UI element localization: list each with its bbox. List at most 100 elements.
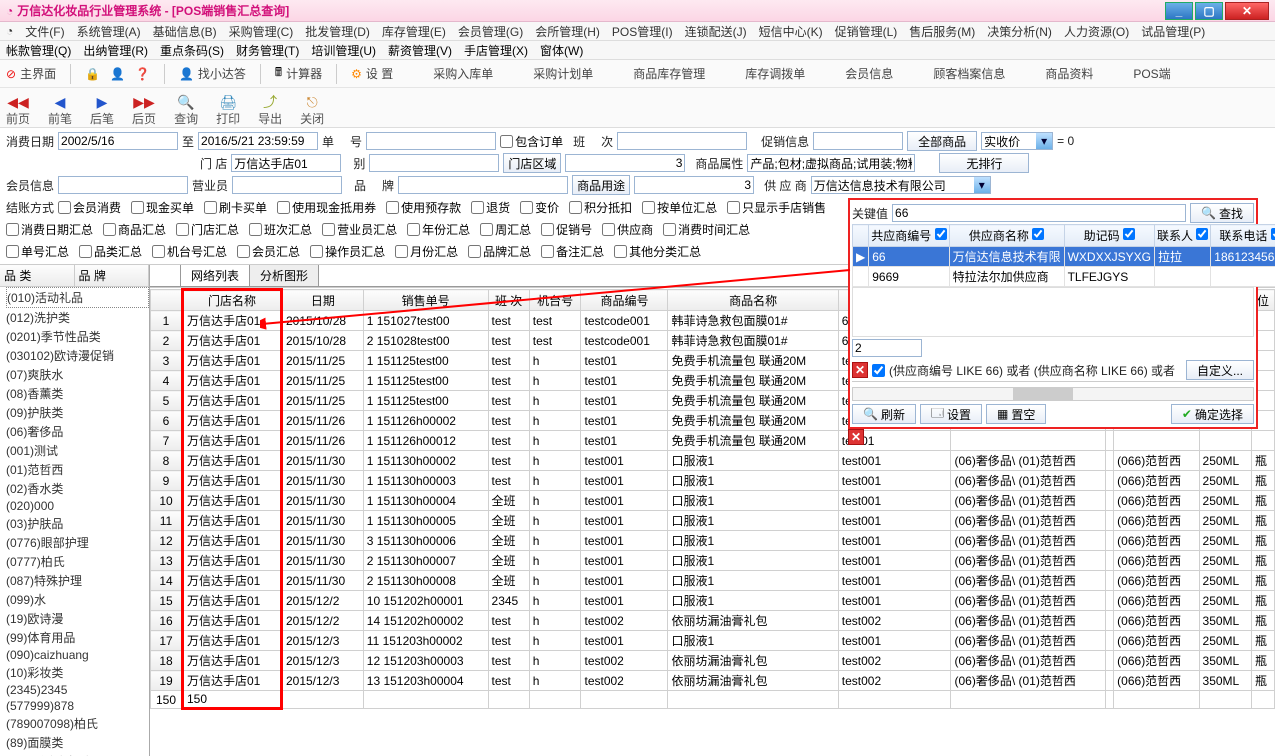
category-tree[interactable]: 品 类品 牌 (010)活动礼品(012)洗护类(0201)季节性品类(0301… <box>0 265 150 756</box>
settings-button[interactable]: 设 置 <box>366 65 393 82</box>
settle-opt[interactable]: 按单位汇总 <box>642 199 717 216</box>
menu-item[interactable]: 批发管理(D) <box>305 23 370 40</box>
popup-find-button[interactable]: 🔍查找 <box>1190 203 1254 223</box>
tree-item[interactable]: (07)爽肤水 <box>6 365 149 384</box>
menu-item[interactable]: 系统管理(A) <box>77 23 141 40</box>
table-row[interactable]: 7万信达手店012015/11/261 151126h00012testhtes… <box>151 431 1275 451</box>
tree-item[interactable]: (0777)柏氏 <box>6 552 149 571</box>
table-row[interactable]: 15万信达手店012015/12/210 151202h000012345hte… <box>151 591 1275 611</box>
menu-item[interactable]: 重点条码(S) <box>160 42 224 59</box>
tree-item[interactable]: (087)特殊护理 <box>6 571 149 590</box>
summary-checkbox[interactable]: 年份汇总 <box>407 221 470 238</box>
toolbar-link[interactable]: 采购计划单 <box>533 65 593 82</box>
help-icon[interactable]: ❓ <box>135 67 150 81</box>
popup-refresh-button[interactable]: 🔍刷新 <box>852 404 916 424</box>
menu-item[interactable]: 窗体(W) <box>540 42 583 59</box>
find-dada-button[interactable]: 找小达答 <box>198 65 246 82</box>
grid-header[interactable]: 商品名称 <box>668 290 838 311</box>
grid-header[interactable]: 班 次 <box>488 290 529 311</box>
store-input[interactable] <box>231 154 341 172</box>
summary-checkbox[interactable]: 促销号 <box>541 221 592 238</box>
tree-item[interactable]: (099)水 <box>6 590 149 609</box>
supplier-dropdown[interactable]: 万信达信息技术有限公司▾ <box>811 176 991 194</box>
tree-item[interactable]: (030102)欧诗漫促销 <box>6 346 149 365</box>
sales-input[interactable] <box>232 176 342 194</box>
export-button[interactable]: ⤴导出 <box>258 95 282 127</box>
table-row[interactable]: 10万信达手店012015/11/301 151130h00004全班htest… <box>151 491 1275 511</box>
menu-item[interactable]: 帐款管理(Q) <box>6 42 71 59</box>
summary-checkbox[interactable]: 操作员汇总 <box>310 243 385 260</box>
toolbar-link[interactable]: 库存调拨单 <box>745 65 805 82</box>
table-row[interactable]: 12万信达手店012015/11/303 151130h00006全班htest… <box>151 531 1275 551</box>
toolbar-link[interactable]: 商品库存管理 <box>633 65 705 82</box>
menu-item[interactable]: 决策分析(N) <box>987 23 1052 40</box>
menu-item[interactable]: 文件(F) <box>25 23 64 40</box>
tree-item[interactable]: (10)彩妆类 <box>6 663 149 682</box>
settle-opt[interactable]: 使用现金抵用券 <box>277 199 376 216</box>
settle-opt[interactable]: 退货 <box>471 199 510 216</box>
popup-confirm-button[interactable]: ✔确定选择 <box>1171 404 1254 424</box>
table-row[interactable]: 17万信达手店012015/12/311 151203h00002testhte… <box>151 631 1275 651</box>
minimize-button[interactable]: _ <box>1165 2 1193 20</box>
menu-item[interactable]: 连锁配送(J) <box>685 23 747 40</box>
date-from-input[interactable] <box>58 132 178 150</box>
summary-checkbox[interactable]: 单号汇总 <box>6 243 69 260</box>
close-page-button[interactable]: ⎋关闭 <box>300 95 324 127</box>
toolbar-link[interactable]: 顾客档案信息 <box>933 65 1005 82</box>
table-row[interactable]: 16万信达手店012015/12/214 151202h00002testhte… <box>151 611 1275 631</box>
main-button[interactable]: 主界面 <box>20 65 56 82</box>
grid-header[interactable]: 销售单号 <box>363 290 488 311</box>
promo-input[interactable] <box>813 132 903 150</box>
tree-item[interactable]: (577999)878 <box>6 698 149 714</box>
summary-checkbox[interactable]: 机台号汇总 <box>152 243 227 260</box>
tree-item[interactable]: (89)面膜类 <box>6 733 149 752</box>
grid-header[interactable]: 门店名称 <box>183 290 282 311</box>
menu-item[interactable]: POS管理(I) <box>612 23 673 40</box>
tree-item[interactable]: (19)欧诗漫 <box>6 609 149 628</box>
popup-close-icon[interactable]: ✕ <box>848 429 864 445</box>
popup-key-input[interactable] <box>892 204 1186 222</box>
settle-opt[interactable]: 只显示手店销售 <box>727 199 826 216</box>
popup-row[interactable]: ▶66万信达信息技术有限WXDXXJSYXG拉拉18612345685 <box>853 247 1275 267</box>
tree-item[interactable]: (9669)测试类别 <box>6 752 149 756</box>
tree-item[interactable]: (02)香水类 <box>6 479 149 498</box>
popup-custom-button[interactable]: 自定义... <box>1186 360 1254 380</box>
realprice-dropdown[interactable]: 实收价▾ <box>981 132 1053 150</box>
toolbar-link[interactable]: 采购入库单 <box>433 65 493 82</box>
menu-item[interactable]: 出纳管理(R) <box>83 42 148 59</box>
tree-item[interactable]: (789007098)柏氏 <box>6 714 149 733</box>
summary-checkbox[interactable]: 月份汇总 <box>395 243 458 260</box>
tree-item[interactable]: (0201)季节性品类 <box>6 327 149 346</box>
table-row[interactable]: 9万信达手店012015/11/301 151130h00003testhtes… <box>151 471 1275 491</box>
popup-filter-check[interactable] <box>872 364 885 377</box>
lock-icon[interactable]: 🔒 <box>85 67 100 81</box>
summary-checkbox[interactable]: 会员汇总 <box>237 243 300 260</box>
toolbar-link[interactable]: 商品资料 <box>1045 65 1093 82</box>
popup-clear-filter-icon[interactable]: ✕ <box>852 362 868 378</box>
summary-checkbox[interactable]: 供应商 <box>602 221 653 238</box>
tree-item[interactable]: (08)香薰类 <box>6 384 149 403</box>
settle-opt[interactable]: 会员消费 <box>58 199 121 216</box>
summary-checkbox[interactable]: 周汇总 <box>480 221 531 238</box>
brand-input[interactable] <box>398 176 568 194</box>
menu-item[interactable]: 会所管理(H) <box>535 23 600 40</box>
tree-item[interactable]: (0776)眼部护理 <box>6 533 149 552</box>
summary-checkbox[interactable]: 班次汇总 <box>249 221 312 238</box>
popup-settings-button[interactable]: 🗔设置 <box>920 404 982 424</box>
user-icon[interactable]: 👤 <box>110 67 125 81</box>
tab-list[interactable]: 网络列表 <box>180 265 250 286</box>
all-goods-button[interactable]: 全部商品 <box>907 131 977 151</box>
product-prop-input[interactable] <box>747 154 915 172</box>
settle-opt[interactable]: 使用预存款 <box>386 199 461 216</box>
summary-checkbox[interactable]: 门店汇总 <box>176 221 239 238</box>
summary-checkbox[interactable]: 商品汇总 <box>103 221 166 238</box>
tree-item[interactable]: (09)护肤类 <box>6 403 149 422</box>
last-page-button[interactable]: ▶▶后页 <box>132 95 156 127</box>
menu-item[interactable]: 薪资管理(V) <box>388 42 452 59</box>
tab-chart[interactable]: 分析图形 <box>249 265 319 286</box>
summary-checkbox[interactable]: 其他分类汇总 <box>614 243 701 260</box>
table-row[interactable]: 13万信达手店012015/11/302 151130h00007全班htest… <box>151 551 1275 571</box>
summary-checkbox[interactable]: 消费时间汇总 <box>663 221 750 238</box>
grid-header[interactable]: 商品编号 <box>581 290 668 311</box>
popup-col[interactable]: 共应商编号 <box>869 225 949 247</box>
